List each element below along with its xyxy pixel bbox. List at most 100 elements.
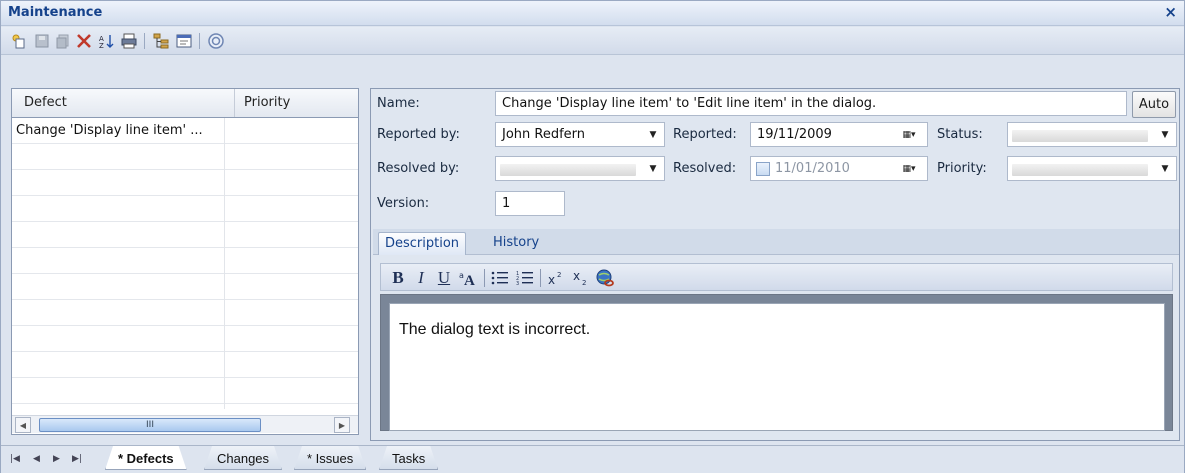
grid-body: Change 'Display line item' ... (12, 118, 358, 409)
name-field[interactable]: Change 'Display line item' to 'Edit line… (495, 91, 1127, 116)
scroll-left-icon[interactable]: ◀ (15, 417, 31, 433)
column-header-priority[interactable]: Priority (244, 95, 290, 110)
status-label: Status: (937, 127, 983, 142)
sort-icon[interactable]: AZ (96, 31, 116, 51)
table-row (12, 274, 358, 300)
svg-text:3: 3 (516, 281, 519, 286)
table-row (12, 144, 358, 170)
maintenance-window: Maintenance × AZ Defect Priority Change … (0, 0, 1185, 473)
priority-select[interactable]: ▼ (1007, 156, 1177, 181)
svg-text:Z: Z (99, 42, 104, 50)
reported-date-picker[interactable]: 19/11/2009 ▦▾ (750, 122, 928, 147)
resolved-by-select[interactable]: ▼ (495, 156, 665, 181)
format-toolbar: B I U Aa 123 x2 x2 (380, 263, 1173, 291)
font-icon[interactable]: Aa (458, 267, 480, 289)
properties-icon[interactable] (174, 31, 194, 51)
chevron-down-icon[interactable]: ▼ (1154, 157, 1176, 180)
sheet-tab-tasks[interactable]: Tasks (379, 446, 438, 470)
hyperlink-icon[interactable] (594, 267, 616, 289)
toolbar-separator (144, 33, 145, 49)
calendar-dropdown-icon[interactable]: ▦▾ (891, 123, 927, 146)
hierarchy-icon[interactable] (151, 31, 171, 51)
print-icon[interactable] (119, 31, 139, 51)
underline-icon[interactable]: U (436, 267, 452, 289)
resolved-date-value: 11/01/2010 (775, 161, 850, 176)
horizontal-scrollbar[interactable]: ◀ III ▶ (12, 415, 358, 433)
title-bar: Maintenance × (1, 1, 1184, 26)
sheet-tab-changes[interactable]: Changes (204, 446, 282, 470)
tab-history[interactable]: History (487, 232, 545, 255)
italic-icon[interactable]: I (414, 267, 428, 289)
table-row (12, 196, 358, 222)
auto-button[interactable]: Auto (1132, 91, 1176, 118)
table-row (12, 326, 358, 352)
last-sheet-icon[interactable]: ▶| (72, 454, 82, 464)
priority-empty-value (1012, 164, 1148, 176)
resolved-date-picker[interactable]: 11/01/2010 ▦▾ (750, 156, 928, 181)
svg-text:x: x (573, 270, 580, 283)
save-icon[interactable] (32, 31, 52, 51)
priority-label: Priority: (937, 161, 987, 176)
tab-description[interactable]: Description (378, 232, 467, 255)
subscript-icon[interactable]: x2 (571, 267, 591, 289)
previous-sheet-icon[interactable]: ◀ (33, 454, 40, 464)
resolved-by-empty-value (500, 164, 636, 176)
bold-icon[interactable]: B (390, 267, 406, 289)
main-toolbar: AZ (1, 27, 1184, 55)
chevron-down-icon[interactable]: ▼ (642, 157, 664, 180)
svg-text:2: 2 (557, 271, 561, 279)
column-divider[interactable] (234, 89, 235, 117)
format-separator (484, 269, 485, 287)
status-empty-value (1012, 130, 1148, 142)
name-label: Name: (377, 96, 420, 111)
resolved-label: Resolved: (673, 161, 737, 176)
table-row (12, 170, 358, 196)
description-editor-frame: The dialog text is incorrect. (380, 294, 1173, 431)
reported-by-label: Reported by: (377, 127, 460, 142)
scroll-thumb[interactable]: III (39, 418, 261, 432)
close-button[interactable]: × (1164, 3, 1177, 21)
toolbar-separator (199, 33, 200, 49)
description-text: The dialog text is incorrect. (399, 321, 591, 338)
window-title: Maintenance (8, 5, 103, 20)
table-row (12, 300, 358, 326)
table-row (12, 222, 358, 248)
numbered-list-icon[interactable]: 123 (515, 267, 535, 289)
format-separator (540, 269, 541, 287)
sheet-tab-bar: |◀ ◀ ▶ ▶| * Defects Changes * Issues Tas… (1, 445, 1184, 473)
copy-icon[interactable] (53, 31, 73, 51)
scroll-right-icon[interactable]: ▶ (334, 417, 350, 433)
superscript-icon[interactable]: x2 (546, 267, 566, 289)
delete-icon[interactable] (74, 31, 94, 51)
next-sheet-icon[interactable]: ▶ (53, 454, 60, 464)
version-label: Version: (377, 196, 430, 211)
version-field[interactable]: 1 (495, 191, 565, 216)
reported-date-value: 19/11/2009 (757, 127, 832, 142)
calendar-dropdown-icon[interactable]: ▦▾ (891, 157, 927, 180)
svg-text:x: x (548, 273, 555, 286)
resolved-date-checkbox[interactable] (756, 162, 770, 176)
reported-by-value: John Redfern (502, 127, 586, 142)
table-row (12, 352, 358, 378)
sheet-tab-defects[interactable]: * Defects (105, 446, 187, 470)
defect-cell: Change 'Display line item' ... (16, 123, 203, 138)
reported-by-select[interactable]: John Redfern ▼ (495, 122, 665, 147)
status-select[interactable]: ▼ (1007, 122, 1177, 147)
chevron-down-icon[interactable]: ▼ (642, 123, 664, 146)
grid-header: Defect Priority (11, 88, 359, 118)
svg-text:a: a (459, 271, 464, 280)
description-editor[interactable]: The dialog text is incorrect. (389, 303, 1165, 431)
table-row (12, 248, 358, 274)
column-header-defect[interactable]: Defect (24, 95, 67, 110)
chevron-down-icon[interactable]: ▼ (1154, 123, 1176, 146)
resolved-by-label: Resolved by: (377, 161, 460, 176)
first-sheet-icon[interactable]: |◀ (10, 454, 20, 464)
help-icon[interactable] (206, 31, 226, 51)
sheet-tab-issues[interactable]: * Issues (294, 446, 366, 470)
svg-text:A: A (464, 273, 475, 287)
table-row[interactable]: Change 'Display line item' ... (12, 118, 358, 144)
detail-tab-bar: Description History (373, 229, 1179, 255)
new-item-icon[interactable] (9, 31, 29, 51)
table-row (12, 378, 358, 404)
bullet-list-icon[interactable] (490, 267, 510, 289)
